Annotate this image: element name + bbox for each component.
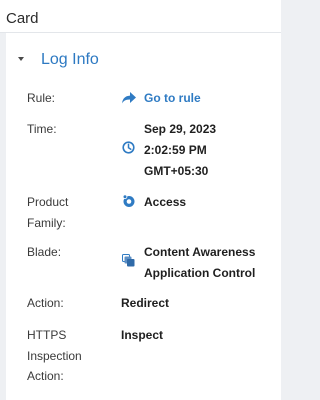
time-timezone: GMT+05:30 <box>144 164 209 178</box>
rule-label: Rule: <box>27 91 56 105</box>
time-label: Time: <box>27 122 57 136</box>
arrow-forward-icon[interactable] <box>121 91 137 110</box>
blade-value-line2: Application Control <box>144 266 256 280</box>
clock-icon <box>122 141 135 159</box>
section-title[interactable]: Log Info <box>41 50 99 70</box>
https-label-line3: Action: <box>27 369 64 383</box>
access-icon <box>122 194 136 213</box>
product-family-label-line2: Family: <box>27 215 66 230</box>
product-family-label-line1: Product <box>27 195 69 209</box>
card-body: Log Info Rule: Go to rule Time: Sep 29, … <box>6 33 281 400</box>
https-label-line1: HTTPS <box>27 328 67 342</box>
time-date: Sep 29, 2023 <box>144 122 217 136</box>
https-inspection-action-value: Inspect <box>121 328 164 342</box>
action-label: Action: <box>27 296 64 310</box>
product-family-label: Product Family: <box>27 192 107 233</box>
caret-down-icon[interactable] <box>18 57 24 61</box>
time-clock: 2:02:59 PM <box>144 143 207 157</box>
log-info-section-header[interactable]: Log Info <box>6 33 281 85</box>
blade-label: Blade: <box>27 245 62 259</box>
card-header: Card <box>0 0 281 33</box>
blade-value-line1: Content Awareness <box>144 245 256 259</box>
https-label-line2: Inspection <box>27 348 82 363</box>
blade-icon <box>122 254 135 272</box>
go-to-rule-link[interactable]: Go to rule <box>144 88 201 109</box>
product-family-value: Access <box>144 195 187 209</box>
card-title: Card <box>6 10 39 27</box>
https-inspection-action-label: HTTPS Inspection Action: <box>27 325 107 387</box>
action-value: Redirect <box>121 296 170 310</box>
